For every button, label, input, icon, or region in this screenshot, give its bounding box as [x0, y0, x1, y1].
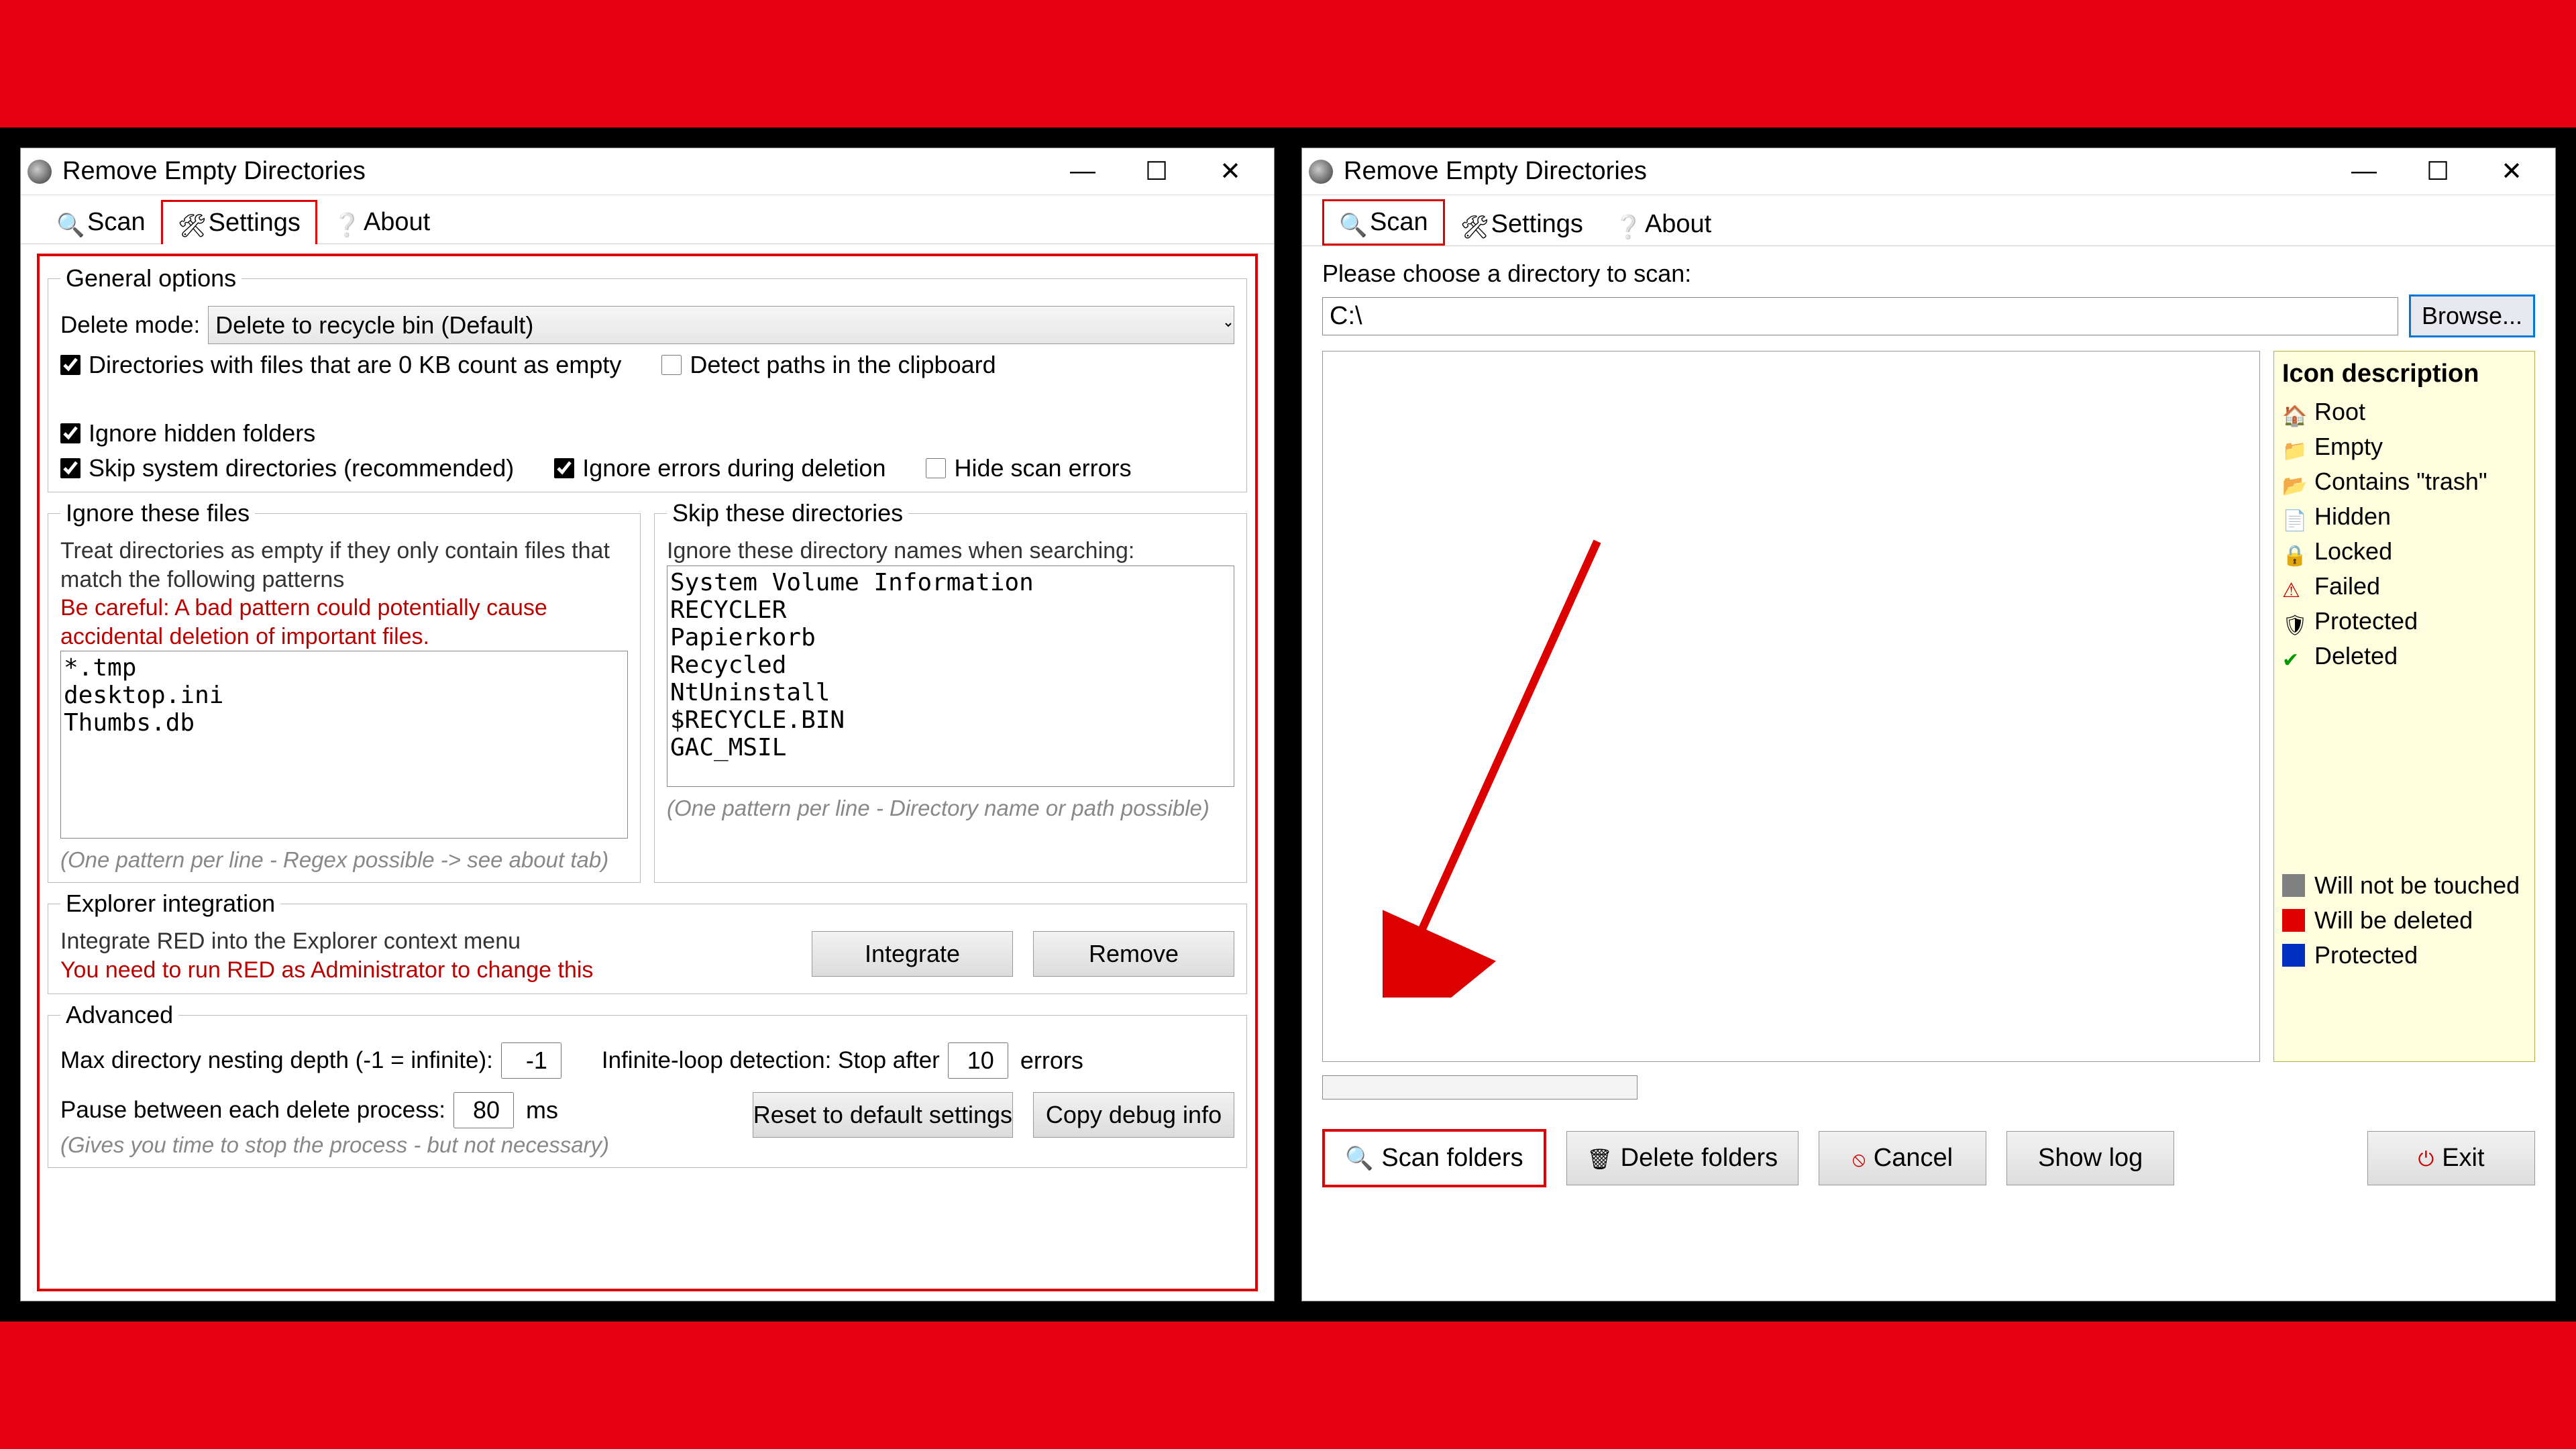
legend-item: Failed: [2282, 572, 2526, 600]
app-icon: [1309, 160, 1333, 184]
chk-clipboard[interactable]: Detect paths in the clipboard: [661, 351, 996, 379]
tab-scan[interactable]: Scan: [1322, 199, 1445, 246]
legend-item: Locked: [2282, 537, 2526, 566]
cancel-icon: [1852, 1144, 1866, 1173]
tab-settings[interactable]: Settings: [1445, 203, 1599, 246]
browse-button[interactable]: Browse...: [2409, 294, 2535, 337]
legend-panel: Icon description Root Empty Contains "tras…: [2273, 351, 2535, 1062]
remove-button[interactable]: Remove: [1033, 931, 1234, 977]
close-button[interactable]: ✕: [1193, 152, 1267, 192]
showlog-button[interactable]: Show log: [2006, 1131, 2174, 1185]
legend-item: Deleted: [2282, 642, 2526, 670]
legend-icon: [2282, 610, 2305, 633]
legend-status-item: Protected: [2282, 941, 2526, 969]
tools-icon: [1460, 213, 1485, 237]
copy-debug-button[interactable]: Copy debug info: [1033, 1092, 1234, 1138]
color-swatch: [2282, 874, 2305, 897]
minimize-button[interactable]: —: [2327, 152, 2401, 192]
chk-ignore-err[interactable]: Ignore errors during deletion: [554, 454, 885, 482]
trash-icon: [1587, 1144, 1613, 1173]
power-icon: [2418, 1144, 2434, 1173]
group-general: General options Delete mode: Delete to r…: [48, 264, 1247, 492]
legend-icon: [2282, 540, 2305, 563]
window-settings: Remove Empty Directories — ☐ ✕ Scan Sett…: [20, 148, 1275, 1301]
maximize-button[interactable]: ☐: [2401, 152, 2475, 192]
color-swatch: [2282, 944, 2305, 967]
legend-item: Empty: [2282, 433, 2526, 461]
delete-mode-label: Delete mode:: [60, 312, 200, 339]
legend-status-item: Will be deleted: [2282, 906, 2526, 934]
app-icon: [28, 160, 52, 184]
legend-icon: [2282, 435, 2305, 458]
titlebar: Remove Empty Directories — ☐ ✕: [1302, 148, 2555, 195]
magnify-icon: [1339, 211, 1363, 235]
exit-button[interactable]: Exit: [2367, 1131, 2535, 1185]
chk-skip-sys[interactable]: Skip system directories (recommended): [60, 454, 514, 482]
ignore-files-list[interactable]: *.tmp desktop.ini Thumbs.db: [60, 651, 628, 839]
legend-title: Icon description: [2282, 360, 2526, 388]
group-explorer: Explorer integration Integrate RED into …: [48, 890, 1247, 994]
minimize-button[interactable]: —: [1046, 152, 1120, 192]
window-title: Remove Empty Directories: [62, 157, 1046, 186]
tabbar: Scan Settings About: [1302, 195, 2555, 246]
maximize-button[interactable]: ☐: [1120, 152, 1193, 192]
legend-icon: [2282, 400, 2305, 423]
group-skip-dirs: Skip these directories Ignore these dire…: [654, 499, 1247, 883]
legend-status-item: Will not be touched: [2282, 871, 2526, 900]
magnify-icon: [56, 211, 80, 235]
legend-icon: [2282, 575, 2305, 598]
skip-dirs-list[interactable]: System Volume Information RECYCLER Papie…: [667, 566, 1234, 787]
tab-about[interactable]: About: [1599, 203, 1727, 246]
help-icon: [333, 211, 357, 235]
color-swatch: [2282, 909, 2305, 932]
chk-0kb[interactable]: Directories with files that are 0 KB cou…: [60, 351, 621, 379]
delete-folders-button[interactable]: Delete folders: [1566, 1131, 1799, 1185]
legend-item: Protected: [2282, 607, 2526, 635]
legend-item: Root: [2282, 398, 2526, 426]
close-button[interactable]: ✕: [2475, 152, 2548, 192]
cancel-button[interactable]: Cancel: [1819, 1131, 1986, 1185]
help-icon: [1614, 213, 1638, 237]
loop-spinner[interactable]: [948, 1042, 1008, 1079]
group-ignore-files: Ignore these files Treat directories as …: [48, 499, 641, 883]
chk-hide-err[interactable]: Hide scan errors: [926, 454, 1131, 482]
tree-panel[interactable]: [1322, 351, 2260, 1062]
titlebar: Remove Empty Directories — ☐ ✕: [21, 148, 1274, 195]
legend-icon: [2282, 505, 2305, 528]
depth-label: Max directory nesting depth (-1 = infini…: [60, 1047, 493, 1074]
settings-panel: General options Delete mode: Delete to r…: [37, 254, 1258, 1291]
window-scan: Remove Empty Directories — ☐ ✕ Scan Sett…: [1301, 148, 2556, 1301]
pause-label: Pause between each delete process:: [60, 1097, 445, 1124]
scan-prompt: Please choose a directory to scan:: [1322, 260, 2535, 288]
path-input[interactable]: [1322, 297, 2398, 335]
legend-item: Hidden: [2282, 502, 2526, 531]
tab-settings[interactable]: Settings: [161, 200, 317, 244]
tab-scan[interactable]: Scan: [41, 201, 161, 244]
tabbar: Scan Settings About: [21, 195, 1274, 244]
delete-mode-combo[interactable]: Delete to recycle bin (Default): [208, 306, 1234, 344]
scan-folders-button[interactable]: Scan folders: [1322, 1129, 1546, 1187]
progress-bar: [1322, 1075, 1638, 1099]
tab-about[interactable]: About: [317, 201, 445, 244]
tools-icon: [178, 211, 202, 235]
chk-hidden[interactable]: Ignore hidden folders: [60, 419, 315, 447]
loop-label: Infinite-loop detection: Stop after: [602, 1047, 940, 1074]
pause-spinner[interactable]: [453, 1092, 514, 1128]
legend-icon: [2282, 645, 2305, 667]
reset-button[interactable]: Reset to default settings: [753, 1092, 1013, 1138]
legend-item: Contains "trash": [2282, 468, 2526, 496]
legend-icon: [2282, 470, 2305, 493]
integrate-button[interactable]: Integrate: [812, 931, 1013, 977]
magnify-icon: [1345, 1144, 1373, 1173]
window-title: Remove Empty Directories: [1344, 157, 2327, 186]
depth-spinner[interactable]: [501, 1042, 561, 1079]
group-advanced: Advanced Max directory nesting depth (-1…: [48, 1001, 1247, 1168]
